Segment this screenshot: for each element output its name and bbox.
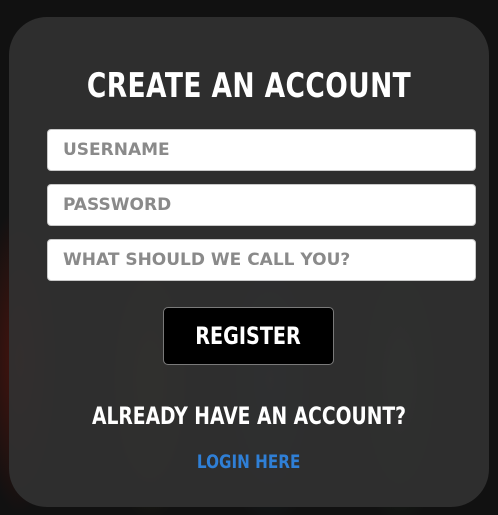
already-have-account-text: ALREADY HAVE AN ACCOUNT? bbox=[91, 402, 407, 430]
page-title: CREATE AN ACCOUNT bbox=[86, 66, 412, 106]
username-input[interactable] bbox=[47, 129, 476, 171]
password-input[interactable] bbox=[47, 184, 476, 226]
register-button-label: REGISTER bbox=[195, 322, 302, 350]
register-button[interactable]: REGISTER bbox=[163, 307, 334, 365]
login-link-wrap: LOGIN HERE bbox=[0, 451, 498, 473]
login-link[interactable]: LOGIN HERE bbox=[197, 451, 300, 473]
nickname-input[interactable] bbox=[47, 239, 476, 281]
